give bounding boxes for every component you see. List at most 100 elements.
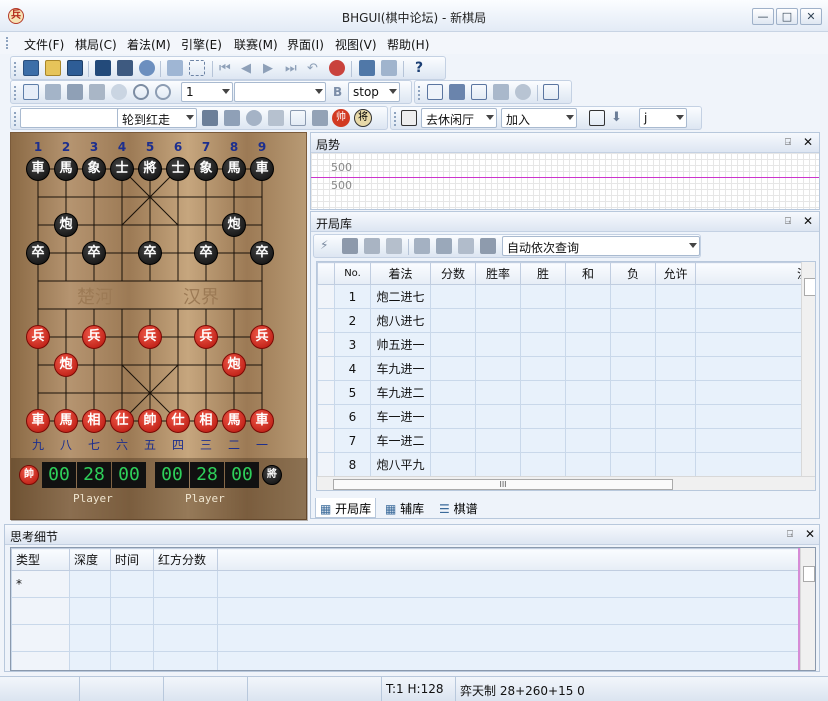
red-soldier[interactable]: 兵 xyxy=(250,325,274,349)
table-icon[interactable] xyxy=(427,84,443,100)
copy2-icon[interactable] xyxy=(436,238,452,254)
col-type[interactable]: 类型 xyxy=(11,548,70,571)
opening-hscroll[interactable]: III xyxy=(317,476,815,490)
computer-icon[interactable] xyxy=(89,84,105,100)
col-depth[interactable]: 深度 xyxy=(69,548,111,571)
save-icon[interactable] xyxy=(67,60,83,76)
undo-icon[interactable]: ↶ xyxy=(307,61,318,76)
pin-icon[interactable]: ⍈ xyxy=(787,529,793,540)
board-icon[interactable] xyxy=(117,60,133,76)
refresh-icon[interactable] xyxy=(139,60,155,76)
close-panel-icon[interactable]: ✕ xyxy=(803,135,813,149)
menu-game[interactable]: 棋局(C) xyxy=(72,35,120,54)
pin-icon[interactable]: ⍈ xyxy=(785,216,791,227)
col-allow[interactable]: 允许 xyxy=(655,262,696,285)
menu-engine[interactable]: 引擎(E) xyxy=(178,35,225,54)
red-soldier[interactable]: 兵 xyxy=(26,325,50,349)
select-icon[interactable] xyxy=(189,60,205,76)
person-icon[interactable] xyxy=(268,110,284,126)
red-elephant[interactable]: 相 xyxy=(194,409,218,433)
col-score[interactable]: 分数 xyxy=(430,262,476,285)
red-cannon[interactable]: 炮 xyxy=(222,353,246,377)
count-select[interactable]: 1 xyxy=(181,82,233,102)
board-small-icon[interactable] xyxy=(401,110,417,126)
table-row[interactable]: 6 车一进一 xyxy=(317,404,815,429)
scroll-thumb[interactable] xyxy=(803,566,815,582)
table-row[interactable]: 5 车九进二 xyxy=(317,380,815,405)
red-soldier[interactable]: 兵 xyxy=(82,325,106,349)
black-cannon[interactable]: 炮 xyxy=(222,213,246,237)
first-move-icon[interactable]: ⏮ xyxy=(219,61,231,76)
black-horse[interactable]: 馬 xyxy=(54,157,78,181)
menu-interface[interactable]: 界面(I) xyxy=(284,35,327,54)
close-button[interactable]: ✕ xyxy=(800,8,822,25)
black-soldier[interactable]: 卒 xyxy=(82,241,106,265)
red-horse[interactable]: 馬 xyxy=(222,409,246,433)
col-winrate[interactable]: 胜率 xyxy=(475,262,521,285)
thinking-vscroll[interactable] xyxy=(800,548,815,670)
pc-icon[interactable] xyxy=(202,110,218,126)
y-icon[interactable] xyxy=(290,110,306,126)
lock-icon[interactable] xyxy=(364,238,380,254)
black-chariot[interactable]: 車 xyxy=(250,157,274,181)
black-cannon[interactable]: 炮 xyxy=(54,213,78,237)
export-icon[interactable] xyxy=(359,60,375,76)
pc2-icon[interactable] xyxy=(224,110,240,126)
black-advisor[interactable]: 士 xyxy=(110,157,134,181)
red-horse[interactable]: 馬 xyxy=(54,409,78,433)
import-icon[interactable] xyxy=(458,238,474,254)
col-draw[interactable]: 和 xyxy=(565,262,611,285)
maximize-button[interactable]: □ xyxy=(776,8,798,25)
grid-icon[interactable] xyxy=(449,84,465,100)
window-icon[interactable] xyxy=(381,60,397,76)
layout-icon[interactable] xyxy=(543,84,559,100)
col-no[interactable]: No. xyxy=(334,262,371,285)
col-comment[interactable]: 注释 xyxy=(695,262,815,285)
down-arrow-icon[interactable]: ⬇ xyxy=(611,110,622,125)
red-chariot[interactable]: 車 xyxy=(250,409,274,433)
opening-vscroll[interactable] xyxy=(801,262,815,476)
black-soldier[interactable]: 卒 xyxy=(26,241,50,265)
col-time[interactable]: 时间 xyxy=(110,548,154,571)
book-icon[interactable] xyxy=(342,238,358,254)
engine-load-icon[interactable] xyxy=(23,84,39,100)
prev-move-icon[interactable]: ◀ xyxy=(241,61,251,76)
col-red-score[interactable]: 红方分数 xyxy=(153,548,218,571)
minimize-button[interactable]: — xyxy=(752,8,774,25)
col-loss[interactable]: 负 xyxy=(610,262,656,285)
table-row[interactable] xyxy=(11,624,802,652)
menu-view[interactable]: 视图(V) xyxy=(332,35,380,54)
target-icon[interactable] xyxy=(155,84,171,100)
square-icon[interactable] xyxy=(312,110,328,126)
delete-icon[interactable] xyxy=(386,238,402,254)
red-cannon[interactable]: 炮 xyxy=(54,353,78,377)
link-icon[interactable] xyxy=(515,84,531,100)
edit-icon[interactable] xyxy=(414,238,430,254)
table-row[interactable]: 7 车一进二 xyxy=(317,428,815,453)
lightning-icon[interactable]: ⚡ xyxy=(320,238,328,252)
join-select[interactable]: 加入 xyxy=(501,108,577,128)
bulb-icon[interactable] xyxy=(111,84,127,100)
table-row[interactable]: 3 帅五进一 xyxy=(317,332,815,357)
col-win[interactable]: 胜 xyxy=(520,262,566,285)
table-row[interactable]: * xyxy=(11,570,802,598)
col-move[interactable]: 着法 xyxy=(370,262,431,285)
red-chariot[interactable]: 車 xyxy=(26,409,50,433)
flag-icon[interactable] xyxy=(329,60,345,76)
new-game-icon[interactable] xyxy=(23,60,39,76)
search-icon[interactable] xyxy=(133,84,149,100)
menu-file[interactable]: 文件(F) xyxy=(21,35,67,54)
close-panel-icon[interactable]: ✕ xyxy=(803,214,813,228)
hscroll-thumb[interactable]: III xyxy=(333,479,673,490)
black-soldier[interactable]: 卒 xyxy=(194,241,218,265)
black-advisor[interactable]: 士 xyxy=(166,157,190,181)
chess-board[interactable]: 楚河 汉界 1 2 3 4 5 6 7 8 9 車 馬 象 士 將 士 象 馬 … xyxy=(10,132,308,521)
black-horse[interactable]: 馬 xyxy=(222,157,246,181)
check-icon[interactable] xyxy=(480,238,496,254)
black-general[interactable]: 將 xyxy=(138,157,162,181)
monitor-icon[interactable] xyxy=(67,84,83,100)
menu-move[interactable]: 着法(M) xyxy=(124,35,174,54)
red-king-icon[interactable]: 帅 xyxy=(332,109,350,127)
red-soldier[interactable]: 兵 xyxy=(138,325,162,349)
black-king-icon[interactable]: 将 xyxy=(354,109,372,127)
